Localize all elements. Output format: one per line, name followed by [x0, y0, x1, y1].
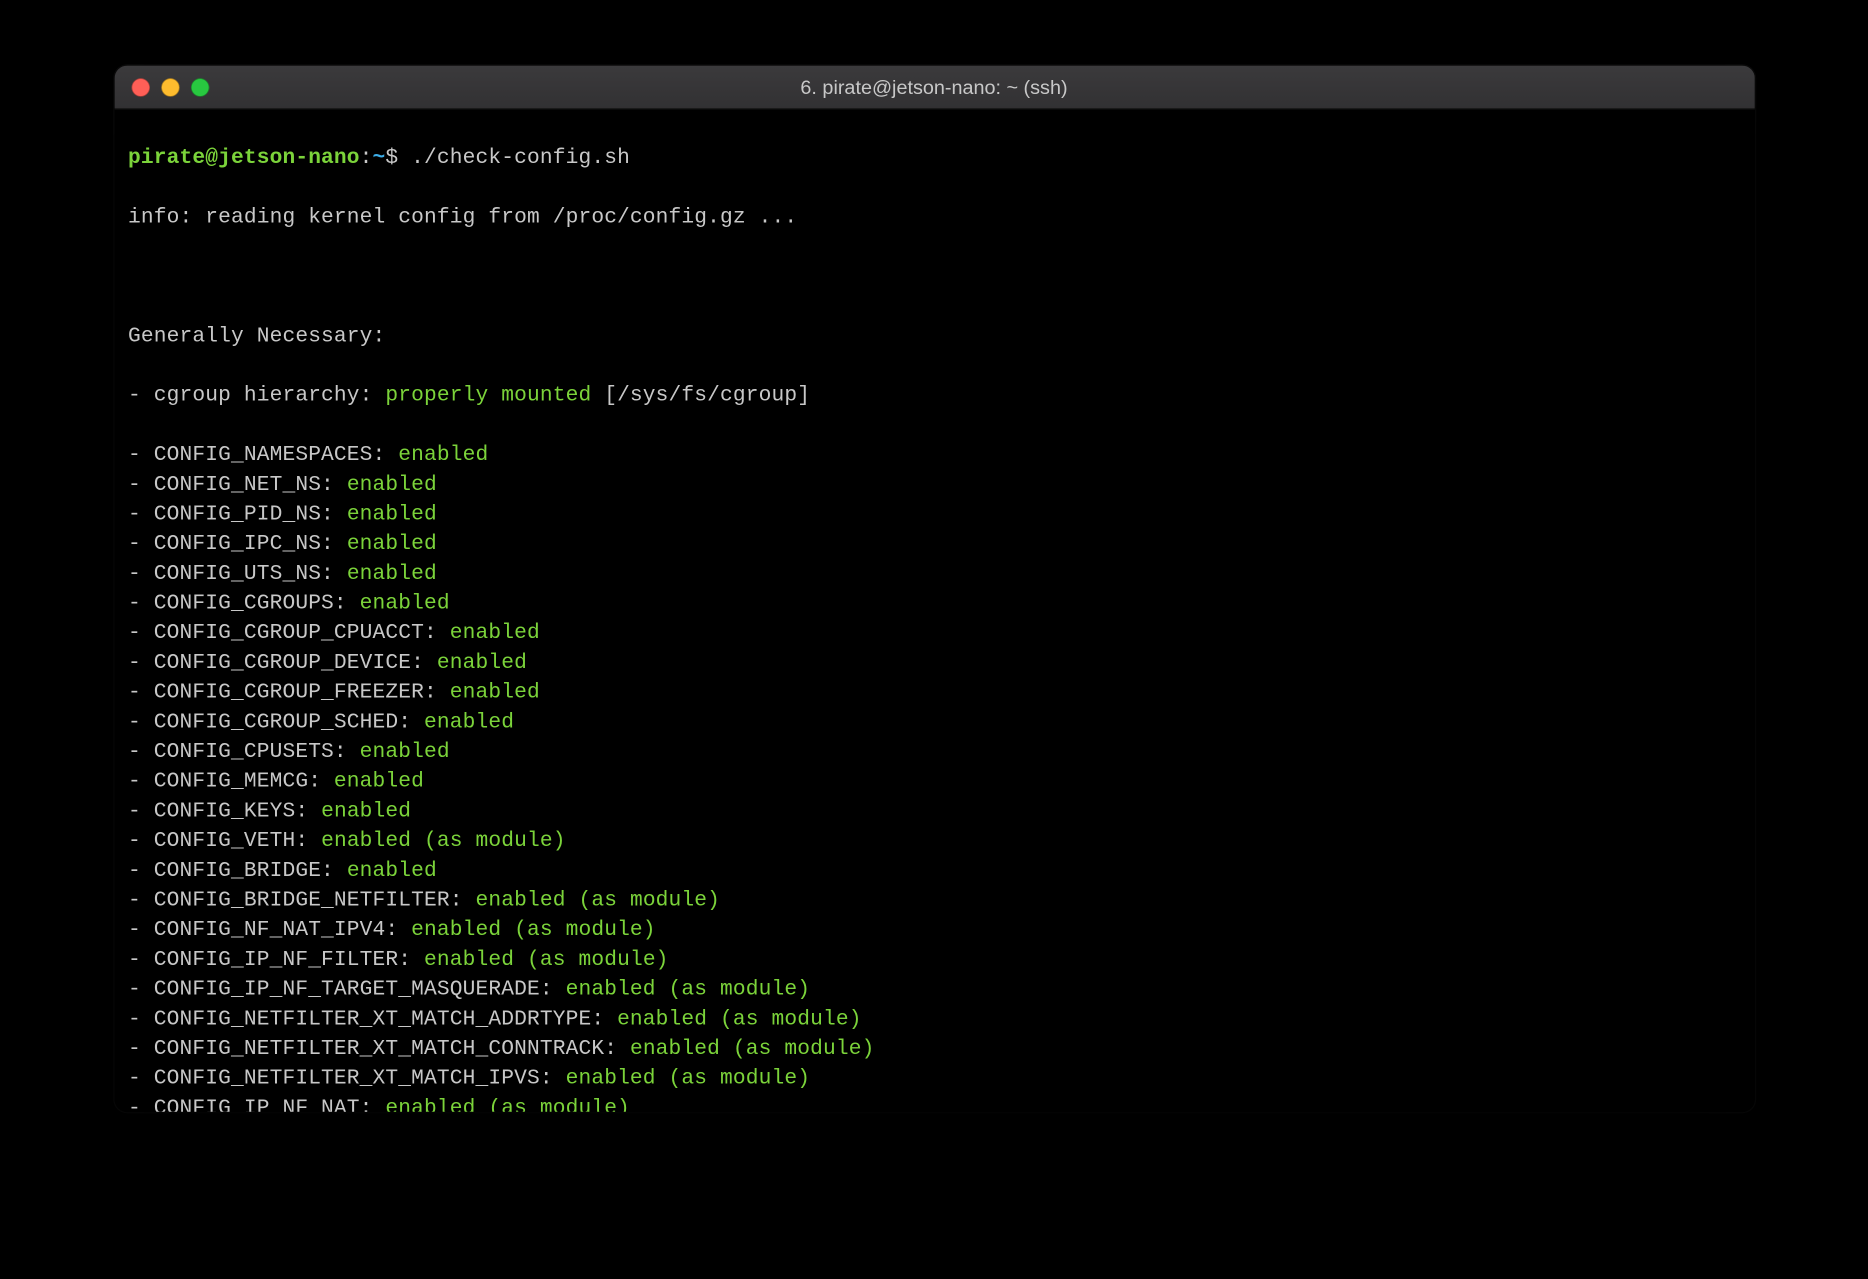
- config-name: - CONFIG_MEMCG:: [128, 770, 334, 794]
- config-status: enabled (as module): [566, 1067, 811, 1091]
- terminal-window: 6. pirate@jetson-nano: ~ (ssh) pirate@je…: [114, 66, 1754, 1112]
- config-status: enabled: [424, 710, 514, 734]
- config-status: enabled: [347, 502, 437, 526]
- config-line: - CONFIG_PID_NS: enabled: [128, 500, 1740, 530]
- config-name: - CONFIG_CGROUP_SCHED:: [128, 710, 424, 734]
- config-status: enabled (as module): [321, 829, 566, 853]
- config-name: - CONFIG_IP_NF_NAT:: [128, 1096, 385, 1112]
- config-status: enabled: [347, 562, 437, 586]
- config-name: - CONFIG_IPC_NS:: [128, 532, 347, 556]
- config-name: - CONFIG_UTS_NS:: [128, 562, 347, 586]
- config-name: - CONFIG_CPUSETS:: [128, 740, 360, 764]
- config-status: enabled (as module): [566, 978, 811, 1002]
- config-line: - CONFIG_IP_NF_FILTER: enabled (as modul…: [128, 945, 1740, 975]
- config-name: - CONFIG_NETFILTER_XT_MATCH_ADDRTYPE:: [128, 1007, 617, 1031]
- config-name: - CONFIG_CGROUPS:: [128, 592, 360, 616]
- config-name: - CONFIG_BRIDGE_NETFILTER:: [128, 889, 475, 913]
- prompt-user: pirate@jetson-nano: [128, 146, 360, 170]
- cgroup-line: - cgroup hierarchy: properly mounted [/s…: [128, 381, 1740, 411]
- config-name: - CONFIG_IP_NF_FILTER:: [128, 948, 424, 972]
- config-status: enabled: [450, 621, 540, 645]
- config-line: - CONFIG_NF_NAT_IPV4: enabled (as module…: [128, 915, 1740, 945]
- prompt-symbol: $: [385, 146, 411, 170]
- config-status: enabled (as module): [630, 1037, 875, 1061]
- config-line: - CONFIG_KEYS: enabled: [128, 797, 1740, 827]
- prompt-path: ~: [373, 146, 386, 170]
- config-line: - CONFIG_BRIDGE_NETFILTER: enabled (as m…: [128, 886, 1740, 916]
- config-status: enabled: [347, 473, 437, 497]
- config-line: - CONFIG_MEMCG: enabled: [128, 767, 1740, 797]
- config-line: - CONFIG_IP_NF_TARGET_MASQUERADE: enable…: [128, 975, 1740, 1005]
- config-line: - CONFIG_NETFILTER_XT_MATCH_IPVS: enable…: [128, 1064, 1740, 1094]
- config-status: enabled (as module): [476, 889, 721, 913]
- config-name: - CONFIG_KEYS:: [128, 799, 321, 823]
- config-name: - CONFIG_NETFILTER_XT_MATCH_IPVS:: [128, 1067, 566, 1091]
- config-name: - CONFIG_CGROUP_FREEZER:: [128, 681, 450, 705]
- blank-line: [128, 262, 1740, 292]
- config-name: - CONFIG_CGROUP_CPUACCT:: [128, 621, 450, 645]
- prompt-line: pirate@jetson-nano:~$ ./check-config.sh: [128, 143, 1740, 173]
- config-line: - CONFIG_CGROUPS: enabled: [128, 589, 1740, 619]
- config-status: enabled (as module): [617, 1007, 862, 1031]
- config-line: - CONFIG_NET_NS: enabled: [128, 470, 1740, 500]
- config-line: - CONFIG_CPUSETS: enabled: [128, 737, 1740, 767]
- config-line: - CONFIG_IPC_NS: enabled: [128, 529, 1740, 559]
- window-controls: [131, 78, 209, 96]
- config-status: enabled: [360, 592, 450, 616]
- config-status: enabled: [360, 740, 450, 764]
- cgroup-suffix: [/sys/fs/cgroup]: [591, 384, 810, 408]
- config-status: enabled: [334, 770, 424, 794]
- config-line: - CONFIG_UTS_NS: enabled: [128, 559, 1740, 589]
- config-status: enabled (as module): [385, 1096, 630, 1112]
- section-header: Generally Necessary:: [128, 322, 1740, 352]
- config-name: - CONFIG_PID_NS:: [128, 502, 347, 526]
- config-line: - CONFIG_BRIDGE: enabled: [128, 856, 1740, 886]
- config-status: enabled (as module): [411, 918, 656, 942]
- config-name: - CONFIG_NET_NS:: [128, 473, 347, 497]
- config-name: - CONFIG_NETFILTER_XT_MATCH_CONNTRACK:: [128, 1037, 630, 1061]
- config-line: - CONFIG_NETFILTER_XT_MATCH_ADDRTYPE: en…: [128, 1004, 1740, 1034]
- terminal-body[interactable]: pirate@jetson-nano:~$ ./check-config.sh …: [114, 109, 1754, 1112]
- info-line: info: reading kernel config from /proc/c…: [128, 203, 1740, 233]
- config-line: - CONFIG_CGROUP_FREEZER: enabled: [128, 678, 1740, 708]
- config-status: enabled: [398, 443, 488, 467]
- config-status: enabled: [450, 681, 540, 705]
- config-name: - CONFIG_CGROUP_DEVICE:: [128, 651, 437, 675]
- config-name: - CONFIG_NF_NAT_IPV4:: [128, 918, 411, 942]
- window-title: 6. pirate@jetson-nano: ~ (ssh): [114, 75, 1754, 98]
- window-titlebar: 6. pirate@jetson-nano: ~ (ssh): [114, 66, 1754, 110]
- config-status: enabled: [347, 532, 437, 556]
- config-status: enabled: [347, 859, 437, 883]
- config-status: enabled (as module): [424, 948, 669, 972]
- config-line: - CONFIG_CGROUP_CPUACCT: enabled: [128, 618, 1740, 648]
- config-line: - CONFIG_CGROUP_DEVICE: enabled: [128, 648, 1740, 678]
- config-line: - CONFIG_CGROUP_SCHED: enabled: [128, 708, 1740, 738]
- config-line: - CONFIG_VETH: enabled (as module): [128, 826, 1740, 856]
- cgroup-prefix: - cgroup hierarchy:: [128, 384, 385, 408]
- config-name: - CONFIG_NAMESPACES:: [128, 443, 398, 467]
- config-status: enabled: [321, 799, 411, 823]
- config-line: - CONFIG_IP_NF_NAT: enabled (as module): [128, 1094, 1740, 1112]
- minimize-icon[interactable]: [161, 78, 179, 96]
- config-name: - CONFIG_IP_NF_TARGET_MASQUERADE:: [128, 978, 566, 1002]
- prompt-sep: :: [360, 146, 373, 170]
- cgroup-status: properly mounted: [385, 384, 591, 408]
- config-line: - CONFIG_NAMESPACES: enabled: [128, 440, 1740, 470]
- close-icon[interactable]: [131, 78, 149, 96]
- config-name: - CONFIG_BRIDGE:: [128, 859, 347, 883]
- config-name: - CONFIG_VETH:: [128, 829, 321, 853]
- zoom-icon[interactable]: [190, 78, 208, 96]
- config-status: enabled: [437, 651, 527, 675]
- prompt-command: ./check-config.sh: [411, 146, 630, 170]
- config-line: - CONFIG_NETFILTER_XT_MATCH_CONNTRACK: e…: [128, 1034, 1740, 1064]
